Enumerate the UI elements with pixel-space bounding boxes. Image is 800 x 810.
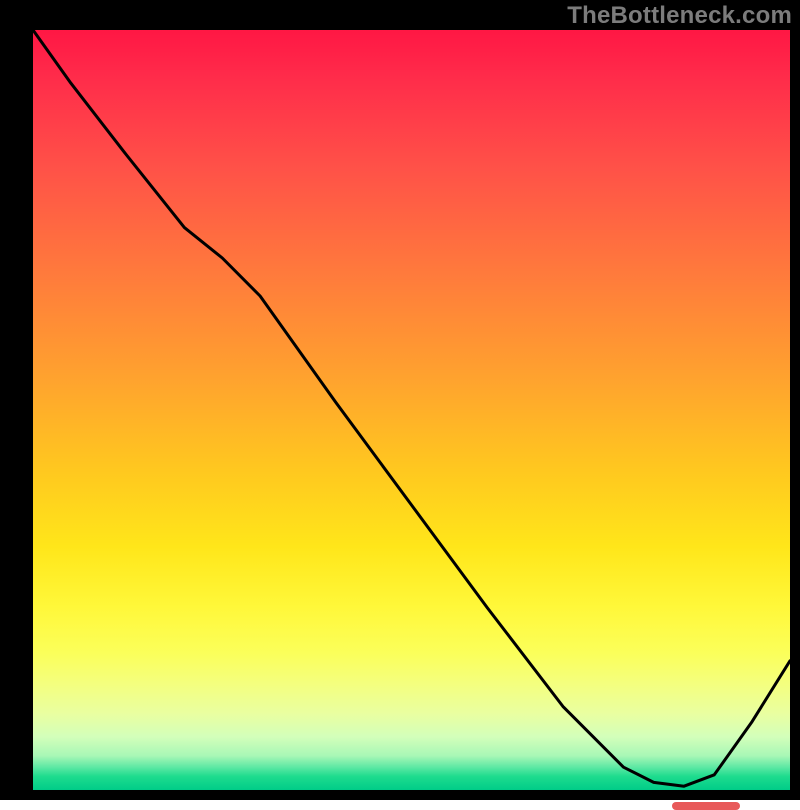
curve-path — [33, 30, 790, 786]
chart-frame: TheBottleneck.com — [0, 0, 800, 800]
marker-blob — [672, 802, 740, 810]
watermark-text: TheBottleneck.com — [567, 2, 792, 30]
plot-area — [33, 30, 790, 790]
curve-svg — [33, 30, 790, 790]
